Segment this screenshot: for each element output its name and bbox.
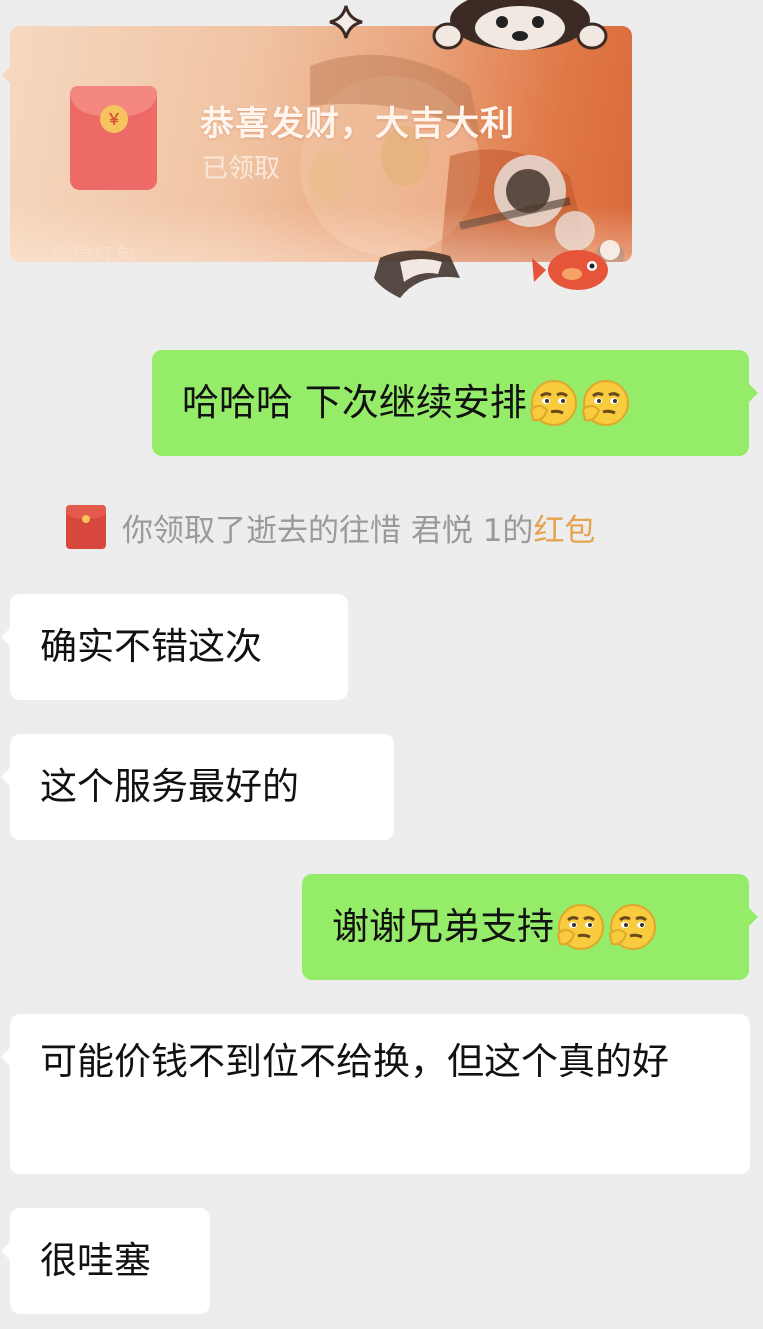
fish-sticker	[374, 250, 608, 298]
smirk-emoji-icon	[608, 904, 656, 950]
message-bubble-received[interactable]: 确实不错这次	[1, 594, 348, 700]
message-text: 确实不错这次	[40, 625, 262, 668]
message-bubble-sent[interactable]: 哈哈哈 下次继续安排	[152, 350, 758, 456]
chat-area: ￥ 恭喜发财，大吉大利 已领取 微信红包 哈哈哈 下次继续安排 你领取了逝去的往…	[0, 0, 763, 1329]
red-packet-title: 恭喜发财，大吉大利	[200, 104, 515, 144]
coin-icon: ￥	[100, 105, 128, 133]
message-text: 哈哈哈 下次继续安排	[182, 381, 527, 424]
red-packet-brand: 微信红包	[52, 244, 136, 262]
red-packet-notice: 你领取了逝去的往惜 君悦 1的 红包	[66, 505, 595, 549]
message-text: 这个服务最好的	[40, 765, 299, 808]
red-envelope-icon	[66, 505, 106, 549]
dog-sticker-top	[432, 0, 608, 50]
red-packet-card[interactable]: ￥ 恭喜发财，大吉大利 已领取 微信红包	[10, 26, 632, 262]
smirk-emoji-icon	[556, 904, 604, 950]
red-envelope-icon: ￥	[70, 86, 157, 190]
smirk-emoji-icon	[581, 380, 629, 426]
message-bubble-received[interactable]: 这个服务最好的	[1, 734, 394, 840]
message-bubble-received[interactable]: 很哇塞	[1, 1208, 210, 1314]
message-text: 很哇塞	[40, 1239, 151, 1282]
message-text: 谢谢兄弟支持	[332, 905, 554, 948]
message-text: 可能价钱不到位不给换，但这个真的好	[40, 1040, 669, 1083]
message-bubble-received[interactable]: 可能价钱不到位不给换，但这个真的好	[1, 1014, 750, 1174]
sparkle-icon	[329, 5, 363, 39]
smirk-emoji-icon	[529, 380, 577, 426]
red-packet-link[interactable]: 红包	[533, 505, 595, 550]
notice-text: 你领取了逝去的往惜 君悦 1的	[122, 512, 534, 549]
message-bubble-sent[interactable]: 谢谢兄弟支持	[302, 874, 758, 980]
red-packet-status: 已领取	[202, 154, 281, 184]
